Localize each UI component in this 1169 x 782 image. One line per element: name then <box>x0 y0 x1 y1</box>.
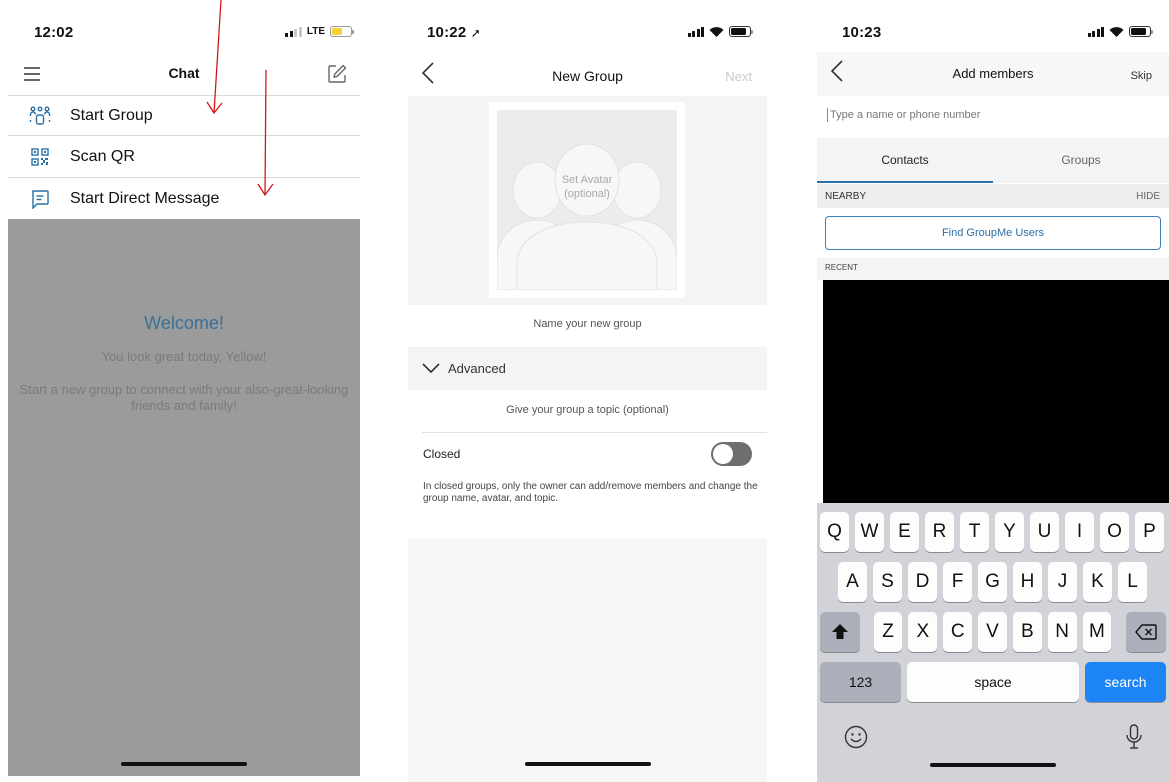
key-s[interactable]: S <box>873 562 902 602</box>
next-button[interactable]: Next <box>725 69 752 84</box>
wifi-icon <box>1109 27 1124 37</box>
recent-header: RECENT <box>817 258 1169 280</box>
welcome-subtitle: You look great today, Yellow! <box>101 349 267 364</box>
key-p[interactable]: P <box>1135 512 1164 552</box>
key-v[interactable]: V <box>978 612 1007 652</box>
new-group-screen: 10:22 ➚ New Group Next Set Avatar (optio… <box>408 0 767 782</box>
signal-icon <box>687 26 704 37</box>
key-u[interactable]: U <box>1030 512 1059 552</box>
add-members-screen: 10:23 Add members Skip Contacts Groups N… <box>817 0 1169 782</box>
skip-button[interactable]: Skip <box>1131 70 1152 82</box>
search-input[interactable] <box>830 109 1130 121</box>
key-y[interactable]: Y <box>995 512 1024 552</box>
key-f[interactable]: F <box>943 562 972 602</box>
key-t[interactable]: T <box>960 512 989 552</box>
status-time: 10:23 <box>842 24 882 41</box>
signal-icon <box>1087 26 1104 37</box>
key-a[interactable]: A <box>838 562 867 602</box>
tab-contacts[interactable]: Contacts <box>817 138 993 183</box>
key-o[interactable]: O <box>1100 512 1129 552</box>
text-caret <box>827 108 828 122</box>
numbers-key[interactable]: 123 <box>820 662 901 702</box>
group-topic-field[interactable]: Give your group a topic (optional) <box>422 391 767 433</box>
key-r[interactable]: R <box>925 512 954 552</box>
search-key[interactable]: search <box>1085 662 1166 702</box>
empty-area <box>408 539 767 782</box>
key-n[interactable]: N <box>1047 612 1077 652</box>
status-indicators <box>1087 26 1153 37</box>
wifi-icon <box>709 27 724 37</box>
page-title: New Group <box>552 68 623 84</box>
nearby-label: NEARBY <box>825 190 867 202</box>
avatar-section: Set Avatar (optional) <box>408 96 767 305</box>
chevron-down-icon <box>422 360 440 378</box>
space-key[interactable]: space <box>907 662 1079 702</box>
key-q[interactable]: Q <box>820 512 849 552</box>
closed-setting: Closed <box>408 434 767 474</box>
nearby-header: NEARBY HIDE <box>817 184 1169 208</box>
key-e[interactable]: E <box>890 512 919 552</box>
microphone-icon[interactable] <box>1126 724 1142 755</box>
welcome-body: Start a new group to connect with your a… <box>19 382 349 413</box>
nav-bar: Add members Skip <box>817 52 1169 96</box>
advanced-label: Advanced <box>448 361 506 376</box>
status-indicators <box>687 26 753 37</box>
annotation-arrow <box>264 69 267 196</box>
annotation-arrow <box>213 0 222 114</box>
closed-help-text: In closed groups, only the owner can add… <box>423 481 758 504</box>
status-time: 10:22 ➚ <box>427 24 482 41</box>
key-i[interactable]: I <box>1065 512 1094 552</box>
nav-bar: New Group Next <box>408 52 767 96</box>
annotation-arrows <box>206 0 274 197</box>
avatar-picker[interactable]: Set Avatar (optional) <box>489 102 685 298</box>
find-users-button[interactable]: Find GroupMe Users <box>825 216 1161 250</box>
location-arrow-icon: ➚ <box>470 26 482 40</box>
key-d[interactable]: D <box>908 562 937 602</box>
closed-label: Closed <box>423 447 461 461</box>
key-g[interactable]: G <box>978 562 1007 602</box>
advanced-toggle[interactable]: Advanced <box>408 347 767 390</box>
key-h[interactable]: H <box>1013 562 1042 602</box>
group-name-field[interactable]: Name your new group <box>408 318 767 330</box>
key-z[interactable]: Z <box>873 612 903 652</box>
home-indicator <box>524 762 651 766</box>
key-b[interactable]: B <box>1012 612 1042 652</box>
backspace-key[interactable] <box>1126 612 1166 652</box>
battery-icon <box>1129 26 1153 37</box>
emoji-icon[interactable] <box>844 725 868 754</box>
key-c[interactable]: C <box>943 612 973 652</box>
key-l[interactable]: L <box>1118 562 1147 602</box>
avatar-hint: Set Avatar (optional) <box>561 174 613 200</box>
tab-groups[interactable]: Groups <box>993 138 1169 183</box>
hide-nearby-button[interactable]: HIDE <box>1136 191 1160 202</box>
shift-key[interactable] <box>820 612 860 652</box>
shift-arrow-icon <box>831 624 848 639</box>
dim-overlay[interactable] <box>8 219 360 776</box>
home-indicator <box>121 762 247 766</box>
member-search <box>817 96 1169 134</box>
welcome-title: Welcome! <box>144 313 224 333</box>
key-x[interactable]: X <box>908 612 938 652</box>
closed-toggle[interactable] <box>711 442 752 466</box>
home-indicator <box>930 763 1056 767</box>
backspace-icon <box>1135 624 1157 640</box>
tab-bar: Contacts Groups <box>817 138 1169 183</box>
key-j[interactable]: J <box>1048 562 1077 602</box>
key-w[interactable]: W <box>855 512 884 552</box>
page-title: Add members <box>952 66 1034 81</box>
key-m[interactable]: M <box>1082 612 1112 652</box>
keyboard: Q W E R T Y U I O P A S D F G H J K L Z … <box>817 503 1169 782</box>
key-k[interactable]: K <box>1083 562 1112 602</box>
battery-icon <box>729 26 753 37</box>
recent-contacts-list[interactable] <box>823 280 1169 503</box>
